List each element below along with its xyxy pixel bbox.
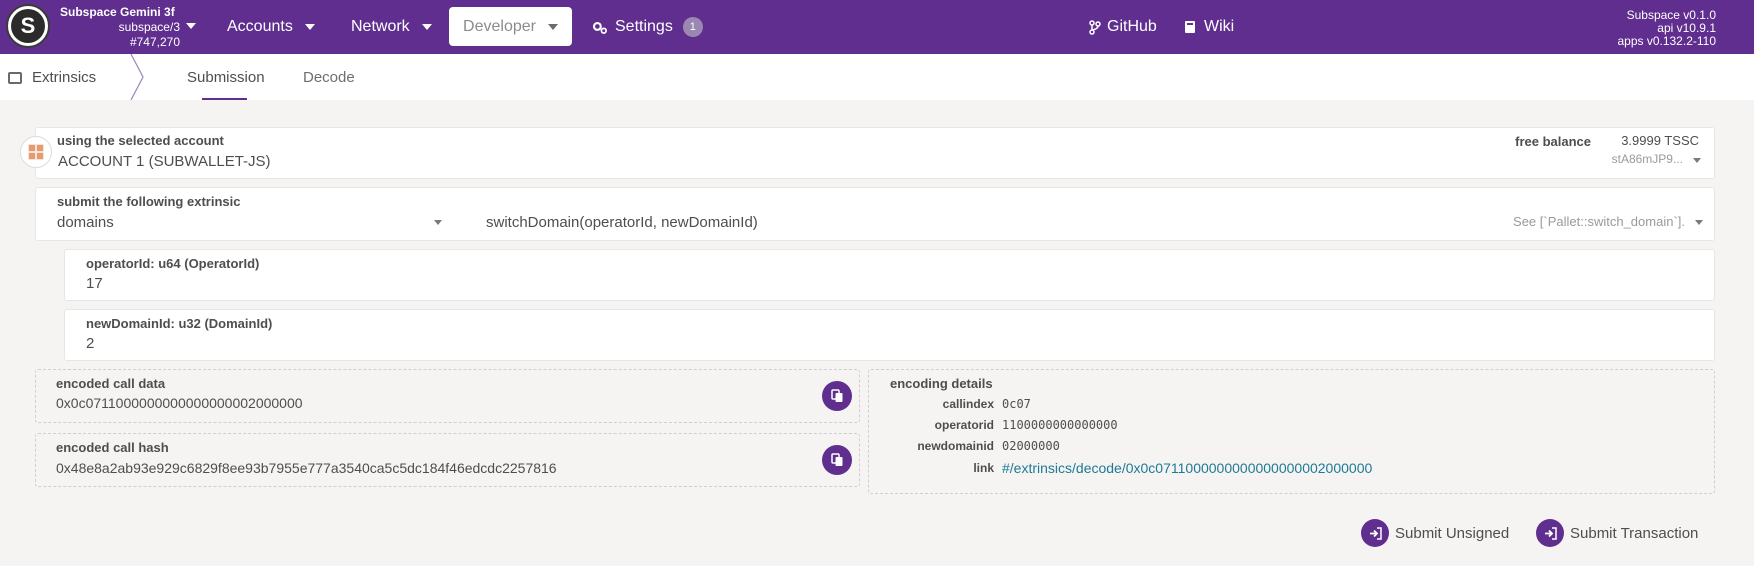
encoding-details: encoding details callindex 0c07 operator… (868, 369, 1715, 494)
nav-wiki-label: Wiki (1204, 18, 1235, 35)
nav-settings-label: Settings (615, 18, 673, 35)
pallet-value: domains (57, 214, 114, 231)
subspace-logo[interactable]: S (6, 4, 50, 48)
tab-decode[interactable]: Decode (303, 69, 355, 86)
detail-key: newdomainid (917, 439, 994, 453)
method-doc-hint: See [`Pallet::switch_domain`]. (1513, 214, 1685, 229)
nav-developer-label: Developer (463, 17, 536, 35)
param-label: newDomainId: u32 (DomainId) (86, 316, 273, 331)
encoded-call-hash-label: encoded call hash (56, 440, 169, 455)
active-tab-indicator (202, 98, 247, 100)
nav-network[interactable]: Network (351, 0, 432, 54)
section-title: Extrinsics (8, 69, 96, 86)
copy-call-data-button[interactable] (822, 381, 852, 411)
copy-icon (830, 389, 842, 402)
nav-developer[interactable]: Developer (449, 7, 572, 46)
submit-unsigned-label: Submit Unsigned (1395, 524, 1510, 542)
sub-header: Extrinsics Submission Decode (0, 54, 1754, 100)
gear-icon (592, 21, 607, 34)
encoding-details-title: encoding details (890, 376, 993, 391)
param-value: 17 (86, 275, 103, 292)
detail-key: operatorid (934, 418, 994, 432)
detail-key: link (973, 461, 994, 475)
extrinsic-selector: submit the following extrinsic domains s… (35, 187, 1715, 241)
nav-network-label: Network (351, 18, 410, 35)
chain-chevron-down-icon[interactable] (186, 23, 196, 29)
decode-link[interactable]: #/extrinsics/decode/0x0c0711000000000000… (1002, 460, 1372, 476)
account-label: using the selected account (57, 133, 224, 148)
detail-value: 1100000000000000 (1002, 418, 1118, 432)
param-label: operatorId: u64 (OperatorId) (86, 256, 260, 271)
nav-github-label: GitHub (1107, 18, 1157, 35)
chevron-down-icon (434, 220, 442, 225)
detail-value: 0c07 (1002, 397, 1031, 411)
param-value: 2 (86, 335, 95, 352)
settings-badge: 1 (682, 17, 703, 37)
param-operator-id[interactable]: operatorId: u64 (OperatorId) 17 (64, 249, 1715, 301)
method-value: switchDomain(operatorId, newDomainId) (486, 214, 758, 231)
encoded-call-hash-value: 0x48e8a2ab93e929c6829f8ee93b7955e777a354… (56, 460, 557, 476)
nav-github[interactable]: GitHub (1089, 0, 1157, 54)
method-dropdown[interactable]: switchDomain(operatorId, newDomainId) Se… (446, 188, 1716, 242)
sign-in-icon (1536, 519, 1564, 547)
breadcrumb-chevron-icon (130, 54, 144, 100)
tab-submission[interactable]: Submission (187, 69, 265, 86)
chevron-down-icon (547, 23, 558, 30)
nav-accounts-label: Accounts (227, 18, 293, 35)
block-number: #747,270 (129, 35, 180, 49)
chevron-down-icon (1695, 220, 1703, 225)
code-branch-icon (1089, 19, 1101, 35)
account-name: ACCOUNT 1 (SUBWALLET-JS) (58, 153, 271, 170)
encoded-call-data-value: 0x0c0711000000000000000002000000 (56, 395, 303, 411)
free-balance-value: 3.9999 TSSC (1621, 133, 1699, 148)
pallet-dropdown[interactable]: domains (36, 188, 442, 242)
version-info: Subspace v0.1.0 api v10.9.1 apps v0.132.… (1617, 9, 1716, 48)
identicon-icon (28, 144, 44, 160)
free-balance-label: free balance (1515, 134, 1591, 149)
encoded-call-data-label: encoded call data (56, 376, 166, 391)
encoded-call-data-field: encoded call data 0x0c071100000000000000… (35, 369, 860, 423)
submit-transaction-button[interactable]: Submit Transaction (1536, 519, 1698, 547)
logo-mark-icon: S (11, 9, 45, 43)
chevron-down-icon (1693, 158, 1701, 163)
account-selector[interactable]: using the selected account ACCOUNT 1 (SU… (35, 127, 1715, 179)
copy-icon (830, 453, 842, 466)
chevron-down-icon (421, 24, 432, 30)
submit-transaction-label: Submit Transaction (1570, 524, 1699, 542)
apps-version: apps v0.132.2-110 (1617, 34, 1716, 48)
copy-call-hash-button[interactable] (822, 445, 852, 475)
sign-in-icon (1361, 519, 1389, 547)
submit-unsigned-button[interactable]: Submit Unsigned (1361, 519, 1509, 547)
chain-selector[interactable]: Subspace Gemini 3f subspace/3 #747,270 (60, 5, 180, 50)
detail-value: 02000000 (1002, 439, 1060, 453)
nav-accounts[interactable]: Accounts (227, 0, 315, 54)
nav-wiki[interactable]: Wiki (1184, 0, 1234, 54)
chain-spec: subspace/3 (118, 20, 180, 34)
section-title-label: Extrinsics (32, 69, 97, 86)
encoded-call-hash-field: encoded call hash 0x48e8a2ab93e929c6829f… (35, 433, 860, 487)
top-bar: S Subspace Gemini 3f subspace/3 #747,270… (0, 0, 1754, 54)
account-avatar (20, 136, 52, 168)
nav-settings[interactable]: Settings 1 (591, 0, 703, 54)
detail-key: callindex (942, 397, 994, 411)
param-new-domain-id[interactable]: newDomainId: u32 (DomainId) 2 (64, 309, 1715, 361)
chain-name: Subspace Gemini 3f (60, 5, 175, 19)
account-address: stA86mJP9... (1611, 152, 1683, 166)
inbox-icon (8, 71, 22, 84)
chevron-down-icon (304, 24, 315, 30)
book-icon (1185, 21, 1195, 33)
